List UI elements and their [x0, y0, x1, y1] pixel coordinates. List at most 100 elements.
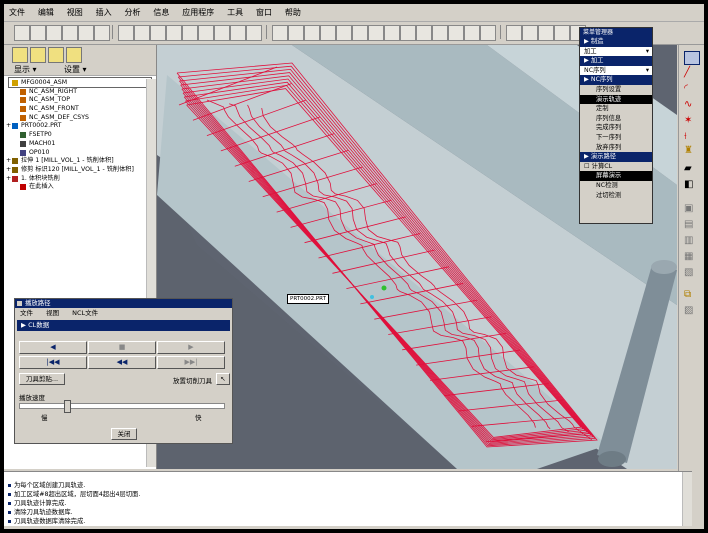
zoom-out-icon[interactable] — [336, 25, 352, 41]
view-manager-icon[interactable] — [416, 25, 432, 41]
dropdown-arrow-icon[interactable]: ▾ — [646, 47, 649, 57]
menu-manager-item[interactable]: 放弃序列 — [580, 143, 652, 153]
point-icon[interactable]: ✶ — [684, 115, 698, 127]
tree-item[interactable]: + 拉伸 1 [MILL_VOL_1 - 铣削体积] — [4, 157, 156, 166]
round-tool-icon[interactable]: ▧ — [684, 267, 698, 279]
tool-clip-button[interactable]: 刀具剪贴... — [19, 373, 65, 385]
menu-manager-item[interactable]: 序列设置 — [580, 85, 652, 95]
settings-dropdown[interactable]: 设置 ▾ — [64, 64, 87, 75]
menu-tools[interactable]: 工具 — [222, 4, 248, 18]
dropdown-arrow-icon[interactable]: ▾ — [646, 66, 649, 76]
tree-item[interactable]: NC_ASM_RIGHT — [4, 88, 156, 97]
open-icon[interactable] — [30, 25, 46, 41]
csys-datum-icon[interactable]: ⟊ — [684, 131, 698, 143]
repaint-icon[interactable] — [272, 25, 288, 41]
datum-planes-icon[interactable] — [506, 25, 522, 41]
menu-applications[interactable]: 应用程序 — [177, 4, 219, 18]
menu-manager-item[interactable]: 屏幕演示 — [580, 171, 652, 181]
menu-window[interactable]: 窗口 — [251, 4, 277, 18]
tree-item[interactable]: NC_ASM_DEF_CSYS — [4, 114, 156, 123]
play-menu-file[interactable]: 文件 — [20, 309, 33, 317]
print-icon[interactable] — [62, 25, 78, 41]
rewind-start-button[interactable]: |◀◀ — [19, 356, 87, 369]
draft-tool-icon[interactable]: ▦ — [684, 251, 698, 263]
menu-manager-item[interactable]: ▶ 制造 — [580, 37, 652, 47]
coordinate-systems-icon[interactable] — [554, 25, 570, 41]
tree-item[interactable]: FSETP0 — [4, 131, 156, 140]
expand-toggle-icon[interactable]: + — [6, 166, 11, 175]
expand-toggle-icon[interactable]: + — [6, 122, 11, 131]
menu-insert[interactable]: 插入 — [91, 4, 117, 18]
spin-center-icon[interactable] — [288, 25, 304, 41]
menu-edit[interactable]: 编辑 — [33, 4, 59, 18]
favorites-tab-icon[interactable] — [48, 47, 64, 63]
tree-item[interactable]: NC_ASM_TOP — [4, 96, 156, 105]
menu-manager-item[interactable]: ▶ 加工 — [580, 56, 652, 66]
cut-icon[interactable] — [150, 25, 166, 41]
tree-item[interactable]: 在此插入 — [4, 183, 156, 192]
playback-speed-slider[interactable] — [19, 400, 225, 413]
extrude-tool-icon[interactable]: ▰ — [684, 163, 698, 175]
find-icon[interactable] — [230, 25, 246, 41]
menu-manager-item[interactable]: 过切检测 — [580, 191, 652, 201]
curve-icon[interactable]: ∿ — [684, 99, 698, 111]
line-icon[interactable]: ╱ — [684, 67, 698, 79]
tree-item[interactable]: MFG0004_ASM — [4, 79, 156, 88]
menu-help[interactable]: 帮助 — [280, 4, 306, 18]
folder-browser-tab-icon[interactable] — [30, 47, 46, 63]
shell-tool-icon[interactable]: ▤ — [684, 219, 698, 231]
menu-manager-item[interactable]: 演示轨迹 — [580, 94, 652, 105]
menu-manager-item[interactable]: 加工 ▾ — [580, 46, 652, 57]
play-menu-ncl-file[interactable]: NCL文件 — [72, 309, 98, 317]
email-icon[interactable] — [78, 25, 94, 41]
menu-manager-item[interactable]: ▶ 演示路径 — [580, 152, 652, 162]
zoom-in-icon[interactable] — [320, 25, 336, 41]
datum-points-icon[interactable] — [538, 25, 554, 41]
play-menu-view[interactable]: 视图 — [46, 309, 59, 317]
tree-item[interactable]: OP010 — [4, 149, 156, 158]
step-backward-button[interactable]: ◀◀ — [88, 356, 156, 369]
shading-icon[interactable] — [480, 25, 496, 41]
revolve-tool-icon[interactable]: ◧ — [684, 179, 698, 191]
play-backward-button[interactable]: ◀ — [19, 341, 87, 354]
regenerate-icon[interactable] — [214, 25, 230, 41]
reorient-icon[interactable] — [368, 25, 384, 41]
history-tab-icon[interactable] — [66, 47, 82, 63]
expand-toggle-icon[interactable]: + — [6, 175, 11, 184]
close-button[interactable]: 关闭 — [111, 428, 137, 440]
menu-analysis[interactable]: 分析 — [120, 4, 146, 18]
saved-views-icon[interactable] — [384, 25, 400, 41]
tree-item[interactable]: NC_ASM_FRONT — [4, 105, 156, 114]
play-forward-button[interactable]: ▶ — [157, 341, 225, 354]
paste-special-icon[interactable] — [198, 25, 214, 41]
new-icon[interactable] — [14, 25, 30, 41]
menu-view[interactable]: 视图 — [62, 4, 88, 18]
show-dropdown[interactable]: 显示 ▾ — [14, 64, 37, 75]
tree-item[interactable]: MACH01 — [4, 140, 156, 149]
redo-icon[interactable] — [134, 25, 150, 41]
model-tree-tab-icon[interactable] — [12, 47, 28, 63]
place-tool-button[interactable]: ↖ — [216, 373, 230, 385]
analysis-icon[interactable]: ♜ — [684, 145, 698, 157]
attach-icon[interactable] — [94, 25, 110, 41]
paste-icon[interactable] — [182, 25, 198, 41]
menu-file[interactable]: 文件 — [4, 4, 30, 18]
copy-icon[interactable] — [166, 25, 182, 41]
tree-item[interactable]: + 修剪 标识120 [MILL_VOL_1 - 铣削体积] — [4, 166, 156, 175]
tree-item[interactable]: +1. 体积块铣削 — [4, 175, 156, 184]
rib-tool-icon[interactable]: ▥ — [684, 235, 698, 247]
cl-data-section[interactable]: ▶ CL数据 — [17, 320, 230, 331]
menu-manager-item[interactable]: ☐ 计算CL — [580, 162, 652, 172]
menu-info[interactable]: 信息 — [148, 4, 174, 18]
menu-manager-item[interactable]: NC序列 ▾ — [580, 65, 652, 76]
menu-manager-item[interactable]: 下一序列 — [580, 133, 652, 143]
wireframe-icon[interactable] — [432, 25, 448, 41]
select-icon[interactable] — [246, 25, 262, 41]
sketch-icon[interactable] — [684, 51, 700, 65]
undo-icon[interactable] — [118, 25, 134, 41]
menu-manager-item[interactable]: NC检测 — [580, 181, 652, 191]
no-hidden-icon[interactable] — [464, 25, 480, 41]
stop-button[interactable]: ■ — [88, 341, 156, 354]
layers-icon[interactable] — [400, 25, 416, 41]
fast-forward-end-button[interactable]: ▶▶| — [157, 356, 225, 369]
